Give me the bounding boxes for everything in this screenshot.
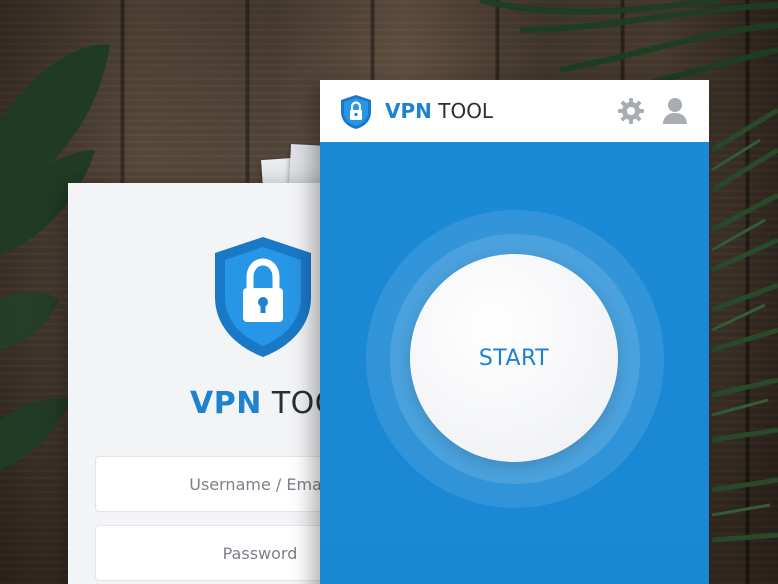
user-icon [663,98,687,124]
shield-lock-icon [215,237,311,357]
settings-button[interactable] [617,97,645,125]
password-field[interactable] [95,525,355,581]
shield-lock-icon [341,95,371,129]
start-button[interactable]: START [410,254,618,462]
brand-name-vpn: VPN [190,386,262,421]
vpn-main-window: VPN TOOL START [320,80,709,584]
connect-panel: START [320,142,709,584]
app-title: VPN TOOL [385,99,493,123]
brand-name-vpn: VPN [385,99,432,123]
username-field[interactable] [95,456,355,512]
gear-icon [618,98,644,124]
password-input[interactable] [96,526,354,580]
brand-name-tool: TOOL [438,99,494,123]
user-profile-button[interactable] [661,97,689,125]
username-input[interactable] [96,457,354,511]
app-header: VPN TOOL [320,80,709,142]
